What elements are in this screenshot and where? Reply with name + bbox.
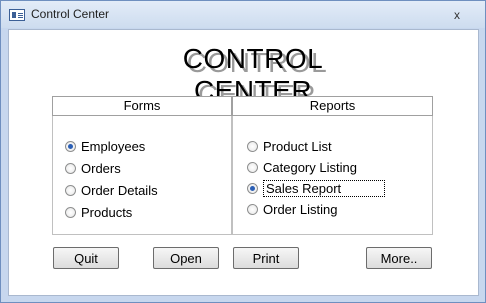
radio-button[interactable]: [247, 161, 258, 173]
radio-option-order-listing[interactable]: Order Listing: [247, 199, 337, 219]
print-button[interactable]: Print: [233, 247, 299, 269]
radio-option-sales-report[interactable]: Sales Report: [247, 178, 385, 198]
quit-button[interactable]: Quit: [53, 247, 119, 269]
radio-button[interactable]: [65, 162, 76, 174]
radio-label: Category Listing: [263, 159, 357, 175]
radio-option-product-list[interactable]: Product List: [247, 136, 332, 156]
radio-button[interactable]: [247, 203, 258, 215]
control-center-window: Control Center x CONTROL CENTER Forms Em…: [0, 0, 486, 303]
radio-label-focused: Sales Report: [263, 179, 385, 197]
window-title: Control Center: [31, 7, 110, 21]
radio-label: Employees: [81, 138, 146, 154]
radio-option-employees[interactable]: Employees: [65, 136, 145, 156]
radio-button[interactable]: [65, 184, 76, 196]
more-button[interactable]: More..: [366, 247, 432, 269]
reports-group-header: Reports: [232, 96, 433, 116]
radio-label: Product List: [263, 138, 332, 154]
radio-button-selected[interactable]: [247, 182, 258, 194]
title-bar[interactable]: Control Center x: [1, 1, 485, 28]
reports-group: Reports Product List Category Listing Sa…: [232, 96, 433, 235]
form-window-icon: [9, 9, 25, 21]
radio-label: Products: [81, 204, 133, 220]
radio-option-products[interactable]: Products: [65, 202, 132, 222]
radio-label: Order Details: [81, 182, 158, 198]
radio-label: Orders: [81, 160, 121, 176]
close-button[interactable]: x: [449, 8, 465, 22]
forms-group: Forms Employees Orders Order Details Pro…: [52, 96, 232, 235]
forms-group-header: Forms: [52, 96, 232, 116]
radio-option-category-listing[interactable]: Category Listing: [247, 157, 357, 177]
radio-option-orders[interactable]: Orders: [65, 158, 121, 178]
radio-option-order-details[interactable]: Order Details: [65, 180, 158, 200]
radio-button[interactable]: [247, 140, 258, 152]
radio-button-selected[interactable]: [65, 140, 76, 152]
open-button[interactable]: Open: [153, 247, 219, 269]
radio-button[interactable]: [65, 206, 76, 218]
form-body: CONTROL CENTER Forms Employees Orders Or…: [8, 29, 479, 296]
radio-label: Order Listing: [263, 201, 338, 217]
